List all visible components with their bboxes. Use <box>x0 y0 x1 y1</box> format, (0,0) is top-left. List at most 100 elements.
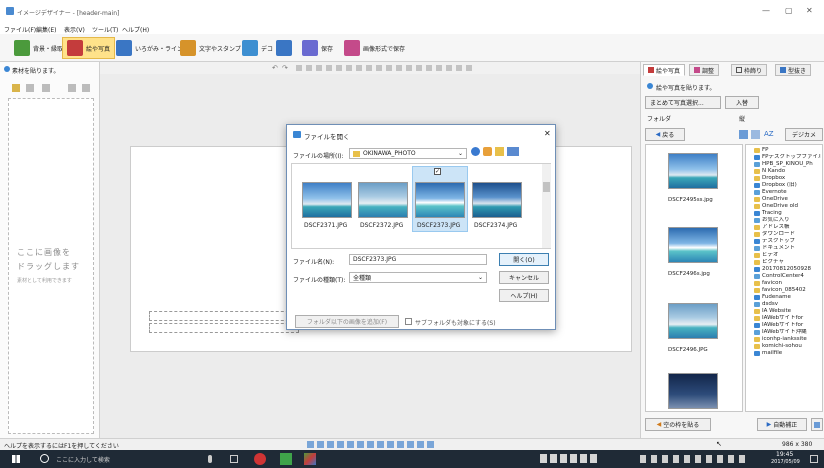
sort-button[interactable]: AZ <box>764 130 774 138</box>
material-tool-1[interactable] <box>12 84 20 92</box>
task-view-icon[interactable] <box>230 455 238 463</box>
zoom-controls[interactable] <box>307 441 437 448</box>
menu-help[interactable]: ヘルプ(H) <box>122 25 149 34</box>
file-list-scrollbar[interactable] <box>542 164 551 248</box>
folder-item[interactable]: OneDrive <box>754 196 821 203</box>
tab-cutout[interactable]: 型抜き <box>775 64 812 76</box>
folder-item[interactable]: N Kando <box>754 168 821 175</box>
drop-zone[interactable]: ここに画像を ドラッグします 素材として利用できます <box>8 98 94 434</box>
file-thumbnail-4[interactable] <box>472 182 522 218</box>
batch-select-button[interactable]: まとめて写真選択... <box>645 96 721 109</box>
folder-item[interactable]: Dropbox <box>754 175 821 182</box>
folder-item[interactable]: HPB_SP_KINOU_Ph <box>754 161 821 168</box>
material-tool-4[interactable] <box>68 84 76 92</box>
material-tool-5[interactable] <box>82 84 90 92</box>
folder-item[interactable]: komichi-sohou <box>754 343 821 350</box>
start-windows-icon[interactable] <box>12 455 20 463</box>
folder-item[interactable]: FPデスクトップファイル <box>754 154 821 161</box>
folder-item[interactable]: ControlCenter4 <box>754 273 821 280</box>
folder-item[interactable]: IAWebサイトfor <box>754 315 821 322</box>
folder-item[interactable]: FP <box>754 147 821 154</box>
text-box-1[interactable] <box>149 311 299 321</box>
text-box-2[interactable] <box>149 323 299 333</box>
folder-item[interactable]: IAWebサイト沖縄 <box>754 329 821 336</box>
dialog-close-button[interactable]: ✕ <box>544 129 551 138</box>
redo-icon[interactable]: ↷ <box>282 64 288 72</box>
folder-item[interactable]: Fudename <box>754 294 821 301</box>
material-tool-2[interactable] <box>26 84 34 92</box>
panel-options-button[interactable] <box>811 418 823 431</box>
back-button[interactable]: ◀ 戻る <box>645 128 685 141</box>
filename-input[interactable]: DSCF2373.JPG <box>349 254 487 265</box>
folder-item[interactable]: dsdsv <box>754 301 821 308</box>
close-button[interactable]: ✕ <box>806 6 813 15</box>
add-folder-images-button[interactable]: フォルダ以下の画像を追加(F) <box>295 315 399 328</box>
location-select[interactable]: OKINAWA_PHOTO ⌄ <box>349 148 467 159</box>
filetype-select[interactable]: 全種類 ⌄ <box>349 272 487 283</box>
folder-item[interactable]: mailfile <box>754 350 821 357</box>
system-tray[interactable] <box>640 455 750 463</box>
minimize-button[interactable]: — <box>762 6 770 15</box>
menu-edit[interactable]: 編集(E) <box>36 25 56 34</box>
text-stamp-button[interactable]: 文字やスタンプ <box>176 37 245 59</box>
undo-icon[interactable]: ↶ <box>272 64 278 72</box>
tab-frame[interactable]: 枠飾り <box>731 64 768 76</box>
folder-item[interactable]: 20170812050928 <box>754 266 821 273</box>
file-thumbnail-3[interactable] <box>415 182 465 218</box>
folder-item[interactable]: Dropbox (旧) <box>754 182 821 189</box>
tab-picture[interactable]: 絵や写真 <box>643 64 686 76</box>
folder-item[interactable]: iconhp-iankssite <box>754 336 821 343</box>
maximize-button[interactable]: ▢ <box>785 6 793 15</box>
thumbnail-1[interactable] <box>668 153 718 189</box>
save-button[interactable]: 保存 <box>298 37 337 59</box>
folder-item[interactable]: ドキュメント <box>754 245 821 252</box>
folder-tree[interactable]: FP FPデスクトップファイル HPB_SP_KINOU_Ph N Kando Drop… <box>745 144 823 412</box>
digital-camera-button[interactable]: デジカメ <box>785 128 823 141</box>
app-icon-red[interactable] <box>254 453 266 465</box>
app-icon-designer[interactable] <box>304 453 316 465</box>
tab-adjust[interactable]: 調整 <box>689 64 720 76</box>
ime-indicators[interactable] <box>540 454 600 463</box>
thumbnail-2[interactable] <box>668 227 718 263</box>
app-icon-green[interactable] <box>280 453 292 465</box>
scroll-thumb[interactable] <box>543 182 550 192</box>
menu-file[interactable]: ファイル(F) <box>4 25 36 34</box>
thumbnail-3[interactable] <box>668 303 718 339</box>
auto-correct-button[interactable]: ▶ 自動補正 <box>757 418 807 431</box>
folder-item[interactable]: ビデオ <box>754 252 821 259</box>
folder-item[interactable]: IAWebサイトfor <box>754 322 821 329</box>
taskbar-search-input[interactable]: ここに入力して検索 <box>56 455 110 464</box>
empty-frame-button[interactable]: ◀ 空の枠を貼る <box>645 418 711 431</box>
folder-item[interactable]: Tracing <box>754 210 821 217</box>
notification-icon[interactable] <box>810 455 818 463</box>
folder-item[interactable]: OneDrive old <box>754 203 821 210</box>
help-button[interactable]: ヘルプ(H) <box>499 289 549 302</box>
file-thumbnail-1[interactable] <box>302 182 352 218</box>
folder-item[interactable]: アドレス帳 <box>754 224 821 231</box>
file-thumbnail-2[interactable] <box>358 182 408 218</box>
nav-back-icon[interactable] <box>471 147 480 156</box>
canvas-tools[interactable] <box>296 65 476 71</box>
layout-button[interactable] <box>272 37 296 59</box>
folder-item[interactable]: デスクトップ <box>754 238 821 245</box>
mic-icon[interactable] <box>208 455 212 463</box>
list-view-icon[interactable] <box>751 130 760 139</box>
selected-checkbox[interactable]: ✓ <box>434 168 441 175</box>
new-folder-icon[interactable] <box>495 147 504 156</box>
view-menu-icon[interactable] <box>507 147 519 156</box>
subfolder-checkbox[interactable] <box>405 318 412 325</box>
up-folder-icon[interactable] <box>483 147 492 156</box>
thumbnail-4[interactable] <box>668 373 718 409</box>
folder-item[interactable]: お気に入り <box>754 217 821 224</box>
material-tool-3[interactable] <box>42 84 50 92</box>
open-button[interactable]: 開く(O) <box>499 253 549 266</box>
menu-view[interactable]: 表示(V) <box>64 25 85 34</box>
menu-tools[interactable]: ツール(T) <box>92 25 118 34</box>
cancel-button[interactable]: キャンセル <box>499 271 549 284</box>
folder-item[interactable]: ダウンロード <box>754 231 821 238</box>
folder-item[interactable]: IA Website <box>754 308 821 315</box>
grid-view-icon[interactable] <box>739 130 748 139</box>
replace-button[interactable]: 入替 <box>725 96 759 109</box>
search-circle-icon[interactable] <box>40 454 49 463</box>
folder-item[interactable]: ピクチャ <box>754 259 821 266</box>
